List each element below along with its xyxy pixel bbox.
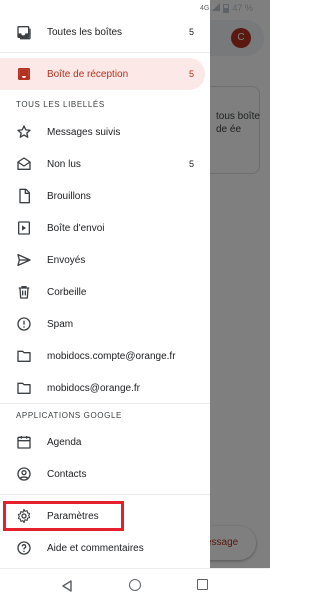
trash-icon (16, 284, 32, 300)
system-nav-bar (0, 568, 270, 600)
drawer-item-label: Non lus (47, 158, 81, 170)
back-icon[interactable] (61, 579, 73, 597)
home-icon[interactable] (129, 579, 141, 591)
outbox-icon (16, 220, 32, 236)
drawer-item-label: mobidocs.compte@orange.fr (47, 350, 176, 362)
unread-count: 5 (189, 69, 195, 79)
drawer-item-sent[interactable]: Envoyés (0, 244, 210, 276)
drawer-item-label: Corbeille (47, 286, 87, 298)
drawer-item-label: Boîte d'envoi (47, 222, 105, 234)
draft-icon (16, 188, 32, 204)
navigation-drawer: Toutes les boîtes 5 Boîte de réception 5… (0, 0, 210, 568)
unread-count: 5 (189, 159, 195, 169)
drawer-item-folder-compte[interactable]: mobidocs.compte@orange.fr (0, 340, 210, 372)
drawer-item-label: mobidocs@orange.fr (47, 382, 140, 394)
divider (0, 52, 210, 53)
drawer-item-inbox[interactable]: Boîte de réception 5 (0, 58, 205, 90)
battery-icon (223, 3, 230, 13)
send-icon (16, 252, 32, 268)
drawer-item-outbox[interactable]: Boîte d'envoi (0, 212, 210, 244)
drawer-item-label: Boîte de réception (47, 68, 129, 80)
unread-count: 5 (189, 27, 195, 37)
help-icon (16, 540, 32, 556)
drawer-item-help[interactable]: Aide et commentaires (0, 532, 210, 564)
drawer-item-drafts[interactable]: Brouillons (0, 180, 210, 212)
drawer-item-label: Aide et commentaires (47, 542, 144, 554)
folder-icon (16, 380, 32, 396)
drawer-item-label: Agenda (47, 436, 82, 448)
recent-apps-icon[interactable] (197, 579, 208, 590)
status-bar: 4G 47 % (200, 0, 270, 16)
drawer-item-contacts[interactable]: Contacts (0, 458, 210, 490)
drawer-item-label: Contacts (47, 468, 87, 480)
drawer-item-label: Brouillons (47, 190, 91, 202)
star-icon (16, 124, 32, 140)
drawer-item-trash[interactable]: Corbeille (0, 276, 210, 308)
all-inboxes-icon (16, 24, 32, 40)
section-header-labels: TOUS LES LIBELLÉS (16, 100, 105, 109)
drawer-item-label: Toutes les boîtes (47, 26, 123, 38)
drawer-item-starred[interactable]: Messages suivis (0, 116, 210, 148)
divider (0, 403, 210, 404)
drawer-item-label: Messages suivis (47, 126, 121, 138)
drawer-item-all-inboxes[interactable]: Toutes les boîtes 5 (0, 16, 210, 48)
drawer-item-calendar[interactable]: Agenda (0, 426, 210, 458)
divider (0, 494, 210, 495)
calendar-icon (16, 434, 32, 450)
network-indicator: 4G (200, 4, 210, 12)
signal-icon (212, 3, 221, 13)
section-header-google-apps: APPLICATIONS GOOGLE (16, 411, 122, 420)
drawer-item-unread[interactable]: Non lus 5 (0, 148, 210, 180)
battery-level: 47 % (232, 3, 253, 13)
inbox-icon (16, 66, 32, 82)
spam-icon (16, 316, 32, 332)
contacts-icon (16, 466, 32, 482)
drawer-item-label: Spam (47, 318, 74, 330)
folder-icon (16, 348, 32, 364)
drawer-item-spam[interactable]: Spam (0, 308, 210, 340)
drawer-item-label: Envoyés (47, 254, 86, 266)
envelope-icon (16, 156, 32, 172)
drawer-item-folder-mobidocs[interactable]: mobidocs@orange.fr (0, 372, 210, 404)
annotation-highlight-box (3, 501, 124, 531)
